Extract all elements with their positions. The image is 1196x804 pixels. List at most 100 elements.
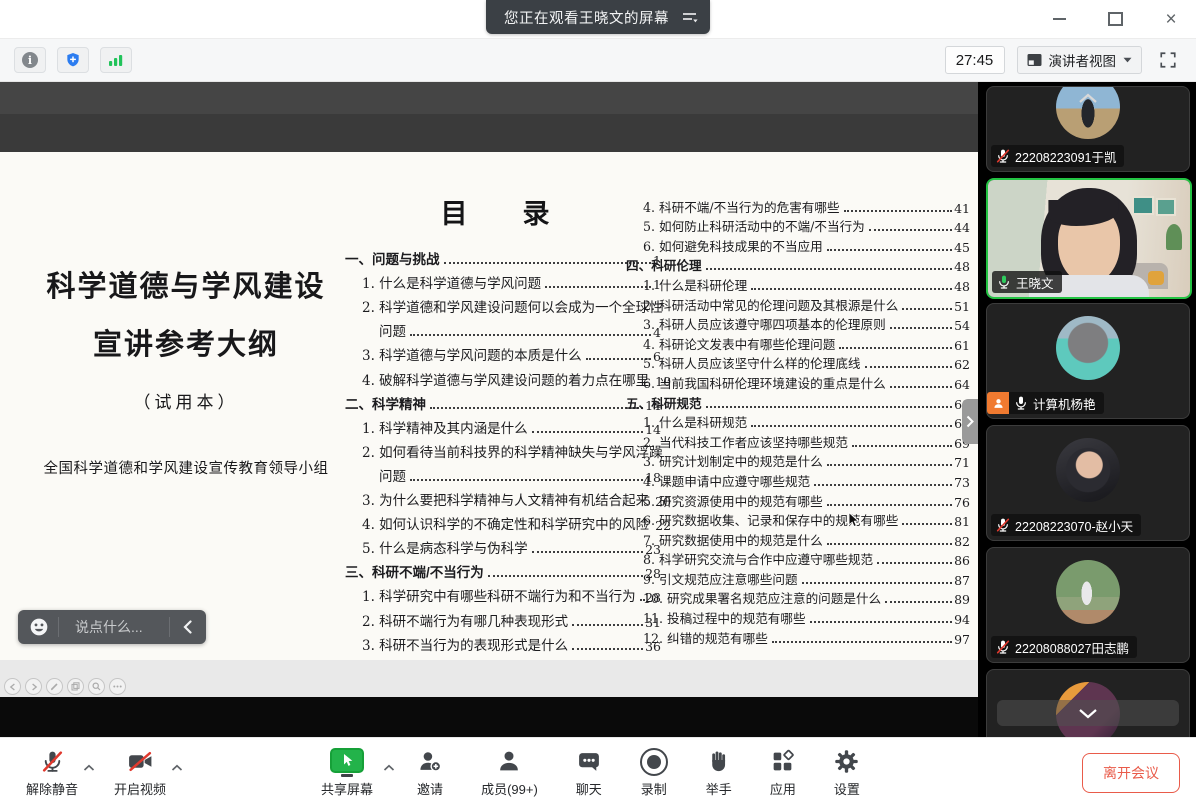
next-page-button[interactable]: [25, 678, 42, 695]
video-options-caret[interactable]: [168, 754, 186, 782]
start-video-button[interactable]: 开启视频: [114, 748, 166, 798]
toc-entry: 4. 如何认识科学的不确定性和科学研究中的风险 22: [345, 509, 661, 533]
chevron-up-icon: [1078, 93, 1098, 104]
toc-column-left: 一、问题与挑战 1 1. 什么是科学道德与学风问题 1: [345, 244, 661, 654]
quick-chat-bubble[interactable]: 说点什么...: [18, 610, 206, 644]
share-screen-icon: [330, 748, 364, 777]
info-icon: i: [22, 52, 38, 68]
participant-tile[interactable]: [986, 669, 1190, 737]
maximize-button[interactable]: [1100, 6, 1130, 32]
participant-tile[interactable]: 22208223091于凯: [986, 86, 1190, 172]
document-cover: 科学道德与学风建设 宣讲参考大纲 （试用本） 全国科学道德和学风建设宣传教育领导…: [26, 264, 346, 478]
chevron-down-icon: [1078, 708, 1098, 719]
close-button[interactable]: ×: [1156, 6, 1186, 32]
shared-screen-black-strip: [0, 697, 978, 737]
annotate-pencil-button[interactable]: [46, 678, 63, 695]
shared-screen-top-band: [0, 82, 978, 114]
invite-button[interactable]: 邀请: [417, 748, 443, 798]
toc-entry: 2. 当代科技工作者应该坚持哪些规范 69: [626, 431, 970, 451]
members-button[interactable]: 成员(99+): [481, 748, 538, 798]
smiley-icon: [29, 617, 49, 637]
unmute-button[interactable]: 解除静音: [26, 748, 78, 798]
share-screen-button[interactable]: 共享屏幕: [321, 748, 373, 798]
watching-banner[interactable]: 您正在观看王晓文的屏幕: [486, 0, 710, 34]
apps-grid-icon: [770, 749, 795, 774]
shared-document-page: 科学道德与学风建设 宣讲参考大纲 （试用本） 全国科学道德和学风建设宣传教育领导…: [0, 152, 978, 660]
toc-entry: 3. 科学道德与学风问题的本质是什么 6: [345, 340, 661, 364]
chevron-left-icon: [183, 620, 192, 634]
participants-sidebar: 22208223091于凯 王晓文: [978, 82, 1196, 737]
toc-entry: 3. 为什么要把科学精神与人文精神有机结合起来 20: [345, 485, 661, 509]
minimize-button[interactable]: [1044, 6, 1074, 32]
toc-entry: 四、科研伦理 48: [626, 255, 970, 275]
toc-entry: 1. 科学研究中有哪些科研不端行为和不当行为 28: [345, 581, 661, 605]
raise-hand-button[interactable]: 举手: [706, 748, 732, 798]
signal-bars-icon: [108, 53, 124, 67]
participant-tile-speaking[interactable]: 王晓文: [986, 178, 1192, 299]
meeting-window: 您正在观看王晓文的屏幕 × i: [0, 0, 1196, 804]
toc-entry: 5. 科研人员应该坚守什么样的伦理底线 62: [626, 353, 970, 373]
network-quality-button[interactable]: [100, 47, 132, 73]
scroll-down-button[interactable]: [997, 700, 1179, 726]
toc-entry: 2. 如何看待当前科技界的科学精神缺失与学风浮躁 问题 18: [345, 437, 661, 485]
apps-button[interactable]: 应用: [770, 748, 796, 798]
view-mode-dropdown[interactable]: 演讲者视图: [1017, 46, 1143, 74]
invite-person-icon: [417, 749, 443, 774]
toc-entry: 4. 科研论文发表中有哪些伦理问题 61: [626, 333, 970, 353]
prev-page-button[interactable]: [4, 678, 21, 695]
shared-screen-area: 科学道德与学风建设 宣讲参考大纲 （试用本） 全国科学道德和学风建设宣传教育领导…: [0, 82, 978, 737]
toc-entry: 1. 什么是科研伦理 48: [626, 274, 970, 294]
chat-bubble-icon: [576, 749, 602, 774]
cover-edition: （试用本）: [26, 388, 346, 413]
meeting-security-button[interactable]: [57, 47, 89, 73]
fullscreen-button[interactable]: [1154, 47, 1182, 73]
toc-entry: 9. 引文规范应注意哪些问题 87: [626, 568, 970, 588]
toc-entry: 二、科学精神 14: [345, 389, 661, 413]
toc-entry: 6. 当前我国科研伦理环境建设的重点是什么 64: [626, 372, 970, 392]
toc-column-right: 4. 科研不端/不当行为的危害有哪些 41 5. 如何防止科研活动中的不端/不当…: [626, 196, 970, 647]
toc-entry: 1. 什么是科研规范 68: [626, 412, 970, 432]
participant-tile[interactable]: 计算机杨艳: [986, 303, 1190, 419]
toc-entry: 3. 科研不当行为的表现形式是什么 36: [345, 630, 661, 654]
speaker-view-icon: [1027, 53, 1042, 67]
participant-avatar: [1056, 316, 1120, 380]
share-options-caret[interactable]: [380, 754, 398, 782]
watching-banner-text: 您正在观看王晓文的屏幕: [504, 7, 669, 28]
emoji-button[interactable]: [20, 617, 58, 637]
layout-menu-icon[interactable]: [681, 10, 698, 25]
participant-tile[interactable]: 22208088027田志鹏: [986, 547, 1190, 663]
record-button[interactable]: 录制: [640, 748, 668, 798]
toc-entry: 4. 科研不端/不当行为的危害有哪些 41: [626, 196, 970, 216]
participant-tile[interactable]: 22208223070-赵小天: [986, 425, 1190, 541]
chat-button[interactable]: 聊天: [576, 748, 602, 798]
scroll-up-button[interactable]: [1078, 91, 1098, 109]
leave-meeting-button[interactable]: 离开会议: [1082, 753, 1180, 793]
mic-muted-icon: [40, 749, 65, 774]
participant-name-badge: 22208088027田志鹏: [991, 636, 1137, 658]
meeting-info-button[interactable]: i: [14, 47, 46, 73]
meeting-timer: 27:45: [945, 46, 1005, 74]
participant-name-badge: 王晓文: [992, 271, 1062, 293]
fullscreen-icon: [1159, 51, 1177, 69]
shield-plus-icon: [65, 52, 81, 68]
quick-chat-placeholder[interactable]: 说点什么...: [59, 617, 169, 637]
members-icon: [496, 749, 522, 774]
toc-entry: 11. 投稿过程中的规范有哪些 94: [626, 607, 970, 627]
collapse-chat-button[interactable]: [170, 620, 204, 634]
gear-icon: [834, 749, 859, 774]
toc-entry: 一、问题与挑战 1: [345, 244, 661, 268]
toc-entry: 5. 什么是病态科学与伪科学 23: [345, 533, 661, 557]
window-controls: ×: [1044, 0, 1186, 38]
toc-entry: 1. 科学精神及其内涵是什么 14: [345, 413, 661, 437]
toc-entry: 12. 纠错的规范有哪些 97: [626, 627, 970, 647]
camera-off-icon: [127, 749, 154, 774]
magnifier-button[interactable]: [88, 678, 105, 695]
more-tools-button[interactable]: [109, 678, 126, 695]
sidebar-expand-toggle[interactable]: [962, 399, 978, 444]
audio-options-caret[interactable]: [80, 754, 98, 782]
participant-name-badge: 计算机杨艳: [991, 392, 1104, 414]
copy-pages-button[interactable]: [67, 678, 84, 695]
settings-button[interactable]: 设置: [834, 748, 860, 798]
cover-title-line1: 科学道德与学风建设: [26, 264, 346, 308]
toc-entry: 4. 课题申请中应遵守哪些规范 73: [626, 470, 970, 490]
